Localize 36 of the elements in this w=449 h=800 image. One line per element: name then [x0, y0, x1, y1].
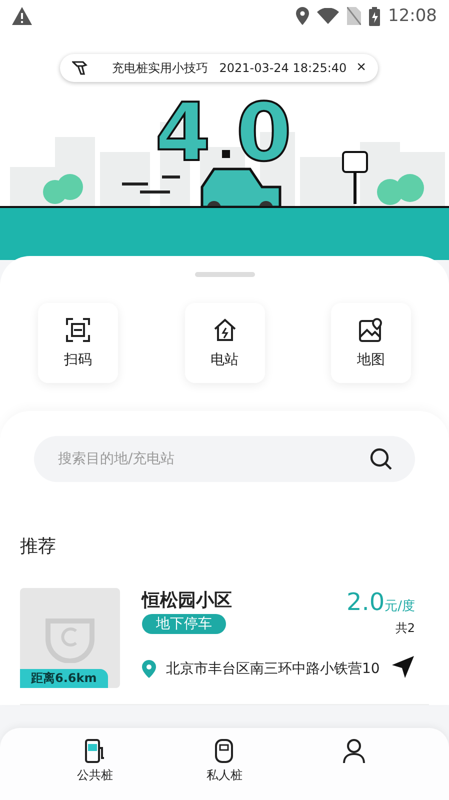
close-button[interactable]: ×: [356, 59, 366, 77]
search-icon: [369, 447, 393, 471]
section-title: 推荐: [20, 535, 57, 558]
person-icon: [342, 738, 366, 764]
quick-action-button[interactable]: 地图: [331, 303, 411, 383]
charger-count: 共2: [394, 620, 415, 637]
distance-label: 距离6.6km: [20, 669, 108, 688]
nav-tab[interactable]: 公共桩: [60, 728, 130, 800]
version-digit: 0: [236, 86, 292, 179]
quick-action-button[interactable]: 电站: [184, 303, 264, 383]
scan-icon: [65, 317, 91, 343]
navigation-arrow-icon: [391, 655, 415, 679]
version-digit: 4: [155, 86, 211, 179]
no-sim-icon: [347, 7, 361, 25]
house-bolt-icon: [212, 317, 238, 343]
quick-action-button[interactable]: 扫码: [38, 303, 118, 383]
notification-title: 充电桩实用小技巧: [112, 60, 208, 76]
hammer-icon: [72, 61, 88, 75]
battery-charging-icon: [369, 6, 380, 26]
drag-handle[interactable]: [194, 272, 254, 277]
warning-icon: [12, 7, 32, 25]
notification-time: 2021-03-24 18:25:40: [219, 61, 347, 75]
nav-tab[interactable]: 私人桩: [189, 728, 260, 800]
wifi-icon: [317, 8, 339, 24]
fuel-pump-icon: [82, 738, 107, 764]
map-pin-icon: [358, 317, 384, 343]
parking-tag: 地下停车: [142, 614, 226, 634]
clock-time: 12:08: [388, 6, 437, 26]
notification-banner[interactable]: 充电桩实用小技巧 2021-03-24 18:25:40 ×: [60, 54, 378, 82]
location-icon: [296, 7, 309, 25]
station-name: 恒松园小区: [142, 589, 232, 612]
search-field[interactable]: 搜索目的地/充电站: [34, 436, 415, 482]
location-pin-icon: [142, 660, 156, 678]
station-address: 北京市丰台区南三环中路小铁营10: [166, 660, 381, 678]
price-text: 2.0元/度: [346, 588, 415, 616]
charger-icon: [213, 738, 236, 764]
